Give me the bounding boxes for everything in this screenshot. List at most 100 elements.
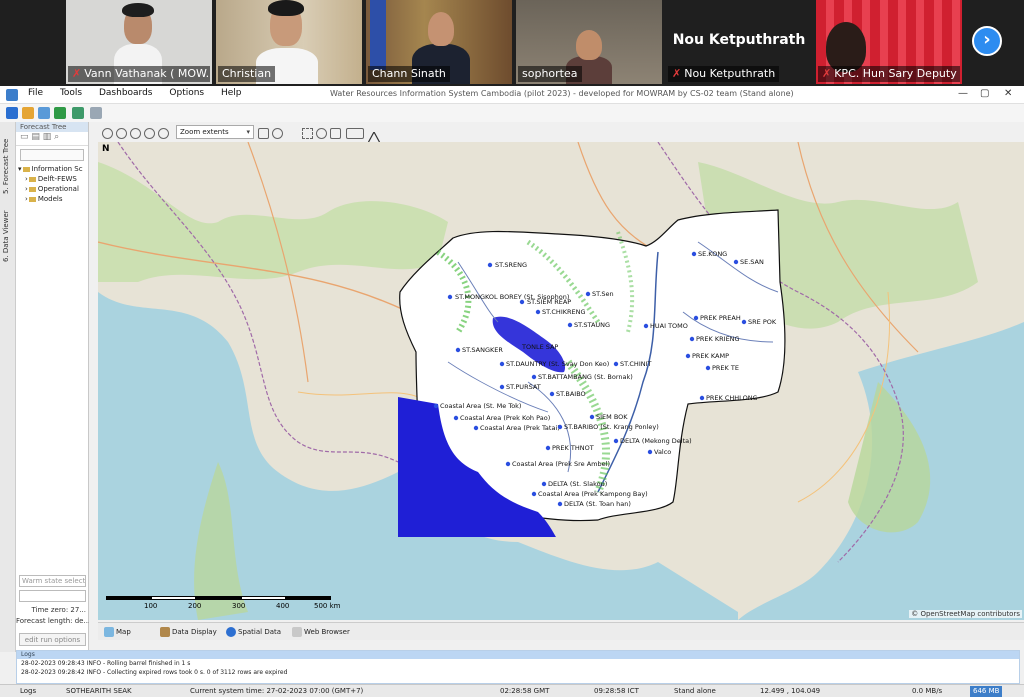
logs-tab[interactable]: Logs [20,687,36,695]
tree-filter-input[interactable] [20,149,84,161]
tree-item-operational[interactable]: › Operational [18,184,88,194]
search-icon[interactable]: ⌕ [54,132,59,142]
status-bar: Logs SOTHEARITH SEAK Current system time… [0,684,1024,697]
title-bar: File Tools Dashboards Options Help Water… [0,86,1024,104]
layers-icon[interactable] [22,107,34,119]
zoom-previous-icon[interactable] [158,128,169,139]
zoom-box-icon[interactable] [144,128,155,139]
save-icon[interactable] [90,107,102,119]
log-line: 28-02-2023 09:28:42 INFO - Collecting ex… [21,669,288,676]
scale-bar: 100 200 300 400 500 km [106,594,340,614]
status-ict: 09:28:58 ICT [594,687,639,695]
app-window: File Tools Dashboards Options Help Water… [0,86,1024,697]
measure-icon[interactable] [330,128,341,139]
main-toolbar [0,104,1024,122]
participant-name: ✗ Vann Vathanak ( MOW... [68,66,210,82]
menu-bar: File Tools Dashboards Options Help [28,88,256,98]
menu-tools[interactable]: Tools [60,88,82,98]
run-options-panel: Warm state select... Time zero: 27... Fo… [16,572,89,652]
menu-options[interactable]: Options [169,88,204,98]
map-view[interactable]: N ST.SRENG ST.MONGKOL BOREY (St. Sisopho… [98,142,1024,620]
status-memory: 646 MB [970,686,1003,697]
logs-panel: Logs 28-02-2023 09:28:43 INFO - Rolling … [16,650,1020,684]
participant-name: Chann Sinath [368,66,450,82]
status-user: SOTHEARITH SEAK [66,687,132,695]
info-icon[interactable] [272,128,283,139]
tab-forecast-tree[interactable]: 5. Forecast Tree [2,130,14,194]
status-mode: Stand alone [674,687,716,695]
new-icon[interactable]: ▭ [20,132,29,142]
zoom-in-icon[interactable] [102,128,113,139]
participant-tile-4[interactable]: sophortea [516,0,662,84]
edit-run-options-button[interactable]: edit run options [19,633,86,646]
style-icon[interactable] [346,128,364,139]
maximize-button[interactable]: ▢ [980,88,989,99]
chart-icon[interactable] [54,107,66,119]
north-arrow: N [102,144,110,154]
panel-title: Forecast Tree [16,122,88,132]
lasso-icon[interactable] [316,128,327,139]
menu-file[interactable]: File [28,88,43,98]
participant-headline: Nou Ketputhrath [672,32,806,48]
select-rect-icon[interactable] [302,128,313,139]
chevron-down-icon: ▾ [246,128,250,136]
tab-data-display[interactable]: Data Display [158,625,217,639]
globe-icon[interactable] [6,107,18,119]
participant-tile-5[interactable]: Nou Ketputhrath ✗ Nou Ketputhrath [666,0,812,84]
minimize-button[interactable]: — [958,88,968,99]
participant-tile-6[interactable]: ✗ KPC. Hun Sary Deputy ... [816,0,962,84]
basemap [98,142,1024,620]
participant-name: sophortea [518,66,582,82]
save-icon[interactable]: ▤ [31,132,40,142]
menu-help[interactable]: Help [221,88,242,98]
warm-state-dropdown[interactable] [19,590,86,602]
participant-name: ✗ KPC. Hun Sary Deputy ... [818,66,960,82]
tree-item-models[interactable]: › Models [18,194,88,204]
module-icon[interactable] [72,107,84,119]
status-coords: 12.499 , 104.049 [760,687,821,695]
participant-tile-1[interactable]: ✗ Vann Vathanak ( MOW... [66,0,212,84]
database-icon[interactable] [38,107,50,119]
map-attribution[interactable]: © OpenStreetMap contributors [909,610,1022,618]
tab-spatial-data[interactable]: Spatial Data [224,625,281,639]
copy-icon[interactable]: ▥ [43,132,52,142]
window-title: Water Resources Information System Cambo… [330,89,794,98]
status-gmt: 02:28:58 GMT [500,687,550,695]
pan-icon[interactable] [130,128,141,139]
tree-item-information[interactable]: ▾ Information Sc [18,164,88,174]
menu-dashboards[interactable]: Dashboards [99,88,153,98]
video-strip: ✗ Vann Vathanak ( MOW... Christian Chann … [0,0,1024,86]
tab-map[interactable]: Map [102,625,131,639]
warm-state-select[interactable]: Warm state select... [19,575,86,587]
participant-tile-3[interactable]: Chann Sinath [366,0,512,84]
zoom-select[interactable]: Zoom extents ▾ [176,125,254,139]
log-line: 28-02-2023 09:28:43 INFO - Rolling barre… [21,660,191,667]
view-tabs: Map Data Display Spatial Data Web Browse… [98,622,1024,640]
close-button[interactable]: ✕ [1004,88,1012,99]
folder-icon [28,196,36,202]
browser-icon [292,627,302,637]
panel-toolbar: ▭ ▤ ▥ ⌕ [16,132,88,146]
screen: ✗ Vann Vathanak ( MOW... Christian Chann … [0,0,1024,697]
layers-icon[interactable] [258,128,269,139]
chevron-right-icon[interactable]: › [972,26,1002,56]
tree-item-delft-fews[interactable]: › Delft-FEWS [18,174,88,184]
tab-data-viewer[interactable]: 6. Data Viewer [2,202,14,262]
zoom-out-icon[interactable] [116,128,127,139]
mic-muted-icon: ✗ [822,67,832,80]
tab-web-browser[interactable]: Web Browser [290,625,350,639]
mic-muted-icon: ✗ [672,67,682,80]
folder-icon [28,176,36,182]
map-toolbar: Zoom extents ▾ [98,124,1024,144]
folder-icon [22,166,30,172]
participant-tile-2[interactable]: Christian [216,0,362,84]
app-icon [6,89,18,101]
globe-icon [226,627,236,637]
forecast-tree-panel: Forecast Tree ▭ ▤ ▥ ⌕ ▾ Information Sc › D… [16,122,89,652]
status-network: 0.0 MB/s [912,687,943,695]
warning-icon[interactable] [366,128,382,144]
folder-icon [28,186,36,192]
status-system-time: Current system time: 27-02-2023 07:00 (G… [190,687,364,695]
participant-name: Christian [218,66,276,82]
time-zero-label: Time zero: 27... [31,606,86,614]
